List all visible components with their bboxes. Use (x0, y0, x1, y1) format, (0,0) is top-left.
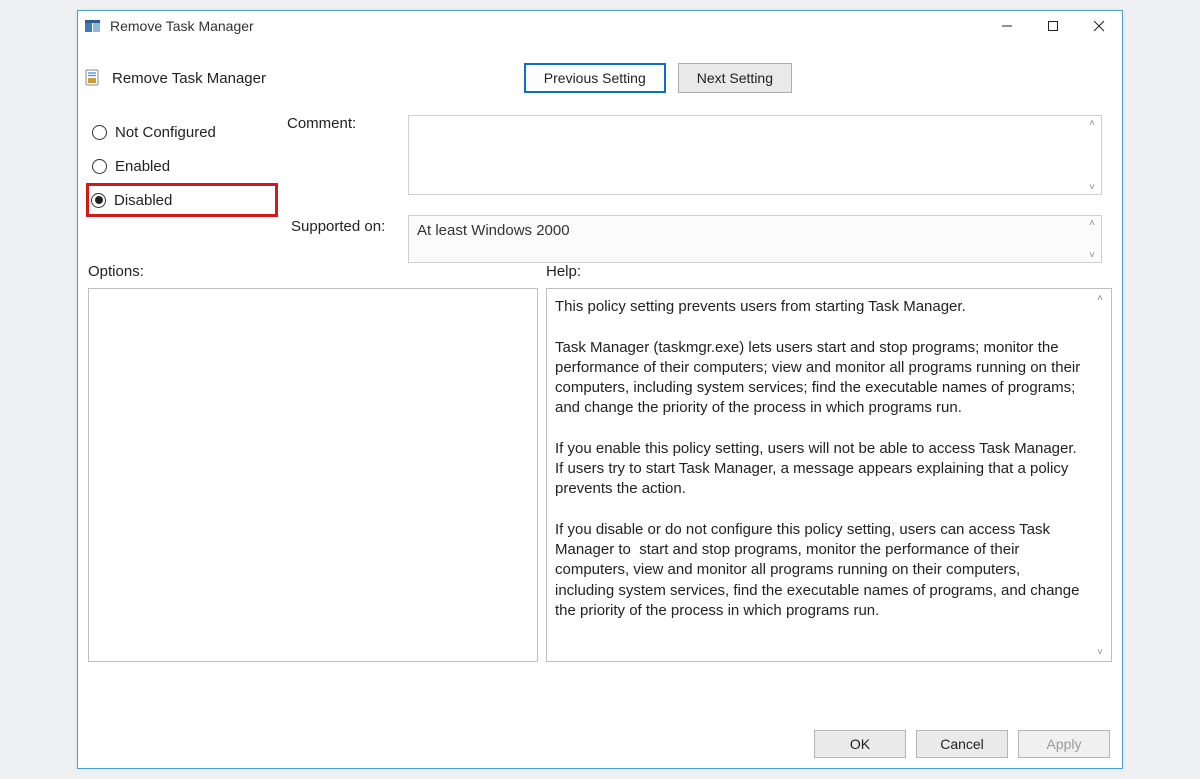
apply-button[interactable]: Apply (1018, 730, 1110, 758)
help-label: Help: (546, 263, 1112, 280)
radio-icon (91, 193, 106, 208)
options-label: Options: (88, 263, 546, 280)
window-controls (984, 11, 1122, 41)
ok-button[interactable]: OK (814, 730, 906, 758)
scroll-up-icon[interactable]: ˄ (1083, 116, 1101, 130)
scroll-up-icon[interactable]: ˄ (1083, 216, 1101, 230)
dialog-footer: OK Cancel Apply (814, 730, 1110, 758)
radio-enabled[interactable]: Enabled (88, 149, 278, 183)
scroll-down-icon[interactable]: ˅ (1083, 248, 1101, 262)
radio-icon (92, 125, 107, 140)
scroll-down-icon[interactable]: ˅ (1091, 645, 1109, 659)
help-text: This policy setting prevents users from … (547, 289, 1111, 661)
help-panel: This policy setting prevents users from … (546, 288, 1112, 662)
policy-icon (84, 69, 102, 87)
panels-row: This policy setting prevents users from … (78, 280, 1122, 662)
comment-label: Comment: (287, 115, 356, 132)
app-icon (84, 17, 102, 35)
comment-input[interactable] (408, 115, 1102, 195)
titlebar: Remove Task Manager (78, 11, 1122, 41)
options-panel (88, 288, 538, 662)
policy-name: Remove Task Manager (112, 70, 266, 87)
minimize-button[interactable] (984, 11, 1030, 41)
window-title: Remove Task Manager (110, 18, 254, 34)
radio-label: Not Configured (115, 124, 216, 141)
radio-disabled[interactable]: Disabled (86, 183, 278, 217)
header-row: Remove Task Manager Previous Setting Nex… (78, 41, 1122, 93)
policy-editor-window: Remove Task Manager Remove Task Manager (77, 10, 1123, 769)
next-setting-button[interactable]: Next Setting (678, 63, 792, 93)
scroll-up-icon[interactable]: ˄ (1091, 291, 1109, 305)
radio-label: Enabled (115, 158, 170, 175)
state-radio-group: Not Configured Enabled Disabled (88, 115, 278, 217)
supported-on-box: At least Windows 2000 (408, 215, 1102, 263)
radio-icon (92, 159, 107, 174)
radio-not-configured[interactable]: Not Configured (88, 115, 278, 149)
previous-setting-button[interactable]: Previous Setting (524, 63, 666, 93)
maximize-button[interactable] (1030, 11, 1076, 41)
supported-on-text: At least Windows 2000 (417, 222, 570, 239)
radio-label: Disabled (114, 192, 172, 209)
close-button[interactable] (1076, 11, 1122, 41)
scroll-down-icon[interactable]: ˅ (1083, 180, 1101, 194)
cancel-button[interactable]: Cancel (916, 730, 1008, 758)
supported-on-label: Supported on: (291, 218, 385, 235)
